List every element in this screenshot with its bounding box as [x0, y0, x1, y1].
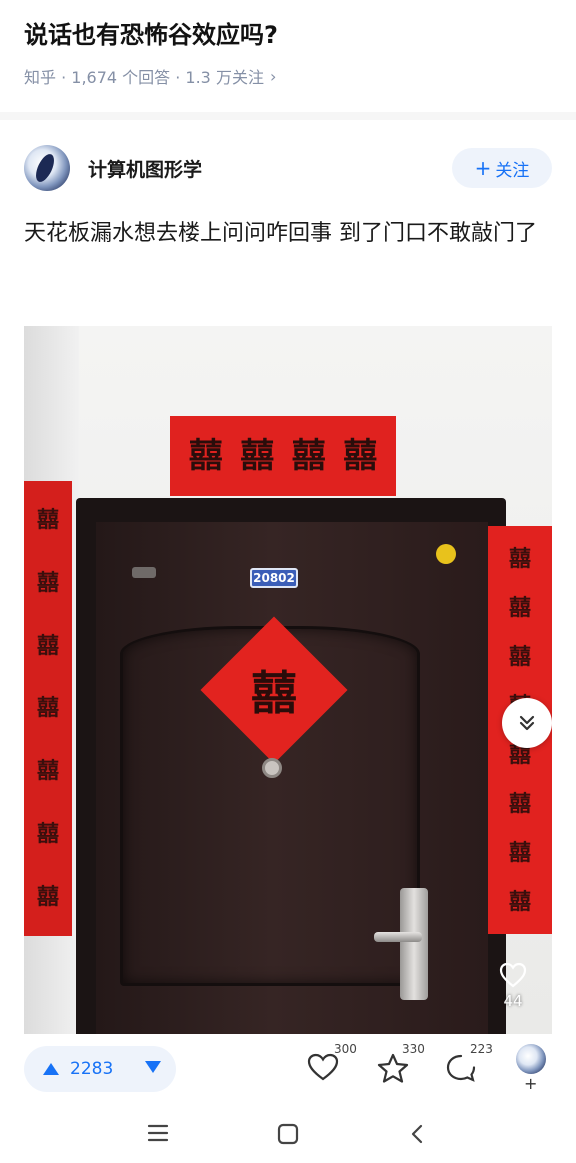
downvote-button[interactable]	[144, 1059, 162, 1078]
collect-count: 330	[402, 1042, 425, 1056]
xi-character: 囍	[36, 570, 59, 597]
comment-count: 223	[470, 1042, 493, 1056]
section-divider	[0, 112, 576, 120]
like-count: 300	[334, 1042, 357, 1056]
heart-icon	[307, 1053, 339, 1081]
author-avatar-small[interactable]	[516, 1044, 546, 1074]
answer-text[interactable]: 天花板漏水想去楼上问问咋回事 到了门口不敢敲门了	[24, 215, 552, 253]
plus-icon: +	[474, 156, 492, 180]
comment-icon	[446, 1054, 476, 1082]
like-button[interactable]: 300	[306, 1042, 357, 1086]
action-bar: 2283 300 330 223 +	[0, 1034, 576, 1102]
left-couplet-banner: 囍 囍 囍 囍 囍 囍 囍	[24, 481, 72, 936]
upvote-icon	[43, 1063, 59, 1075]
scroll-down-icon	[519, 715, 535, 731]
door-handle-plate	[400, 888, 428, 1000]
scroll-down-button[interactable]	[502, 698, 552, 748]
home-icon	[277, 1123, 299, 1145]
back-button[interactable]	[406, 1122, 428, 1150]
door-handle-lever	[374, 932, 422, 942]
author-avatar[interactable]	[24, 145, 70, 191]
system-nav-bar	[0, 1102, 576, 1163]
xi-character: 囍	[508, 839, 531, 866]
question-meta[interactable]: 知乎 · 1,674 个回答 · 1.3 万关注 ›	[24, 64, 552, 88]
vote-pill: 2283	[24, 1046, 176, 1092]
menu-icon	[147, 1124, 169, 1142]
xi-character: 囍	[36, 758, 59, 785]
xi-diamond-character: 囍	[251, 666, 297, 720]
door-sticker	[436, 544, 456, 564]
xi-character: 囍	[36, 820, 59, 847]
chevron-right-icon: ›	[269, 66, 277, 86]
xi-character: 囍	[508, 643, 531, 670]
upvote-count: 2283	[70, 1059, 114, 1079]
xi-character: 囍	[343, 436, 378, 476]
menu-button[interactable]	[146, 1122, 170, 1148]
heart-icon	[499, 962, 527, 988]
follow-label: 关注	[495, 160, 530, 181]
xi-character: 囍	[188, 436, 223, 476]
overlay-like-button[interactable]: 44	[498, 962, 528, 1022]
xi-character: 囍	[508, 888, 531, 915]
question-meta-text: 知乎 · 1,674 个回答 · 1.3 万关注	[24, 68, 264, 87]
star-icon	[377, 1053, 409, 1083]
door-number-plate: 20802	[250, 568, 298, 588]
xi-character: 囍	[291, 436, 326, 476]
question-header: 说话也有恐怖谷效应吗? 知乎 · 1,674 个回答 · 1.3 万关注 ›	[0, 0, 576, 112]
home-button[interactable]	[276, 1122, 300, 1150]
collect-button[interactable]: 330	[376, 1042, 425, 1088]
follow-button[interactable]: + 关注	[452, 148, 552, 188]
author-row: 计算机图形学 + 关注	[24, 142, 552, 194]
xi-character: 囍	[36, 695, 59, 722]
xi-character: 囍	[508, 545, 531, 572]
xi-character: 囍	[36, 883, 59, 910]
top-couplet-banner: 囍 囍 囍 囍	[170, 416, 396, 496]
xi-character: 囍	[508, 790, 531, 817]
upvote-button[interactable]: 2283	[42, 1059, 113, 1079]
xi-character: 囍	[36, 507, 59, 534]
xi-character: 囍	[36, 632, 59, 659]
comment-button[interactable]: 223	[444, 1042, 493, 1088]
follow-plus-icon[interactable]: +	[524, 1074, 537, 1093]
answer-photo[interactable]: 囍 囍 囍 囍 囍 囍 囍 囍 囍 囍 囍 囍 囍 囍 囍 囍 囍 囍 囍 20…	[24, 326, 552, 1034]
door-latch	[132, 567, 156, 578]
back-icon	[411, 1124, 423, 1144]
overlay-like-count: 44	[503, 992, 523, 1010]
downvote-icon	[145, 1061, 161, 1073]
xi-character: 囍	[508, 594, 531, 621]
question-title[interactable]: 说话也有恐怖谷效应吗?	[24, 18, 552, 52]
author-name[interactable]: 计算机图形学	[88, 155, 202, 182]
door-peephole	[262, 758, 282, 778]
xi-character: 囍	[240, 436, 275, 476]
